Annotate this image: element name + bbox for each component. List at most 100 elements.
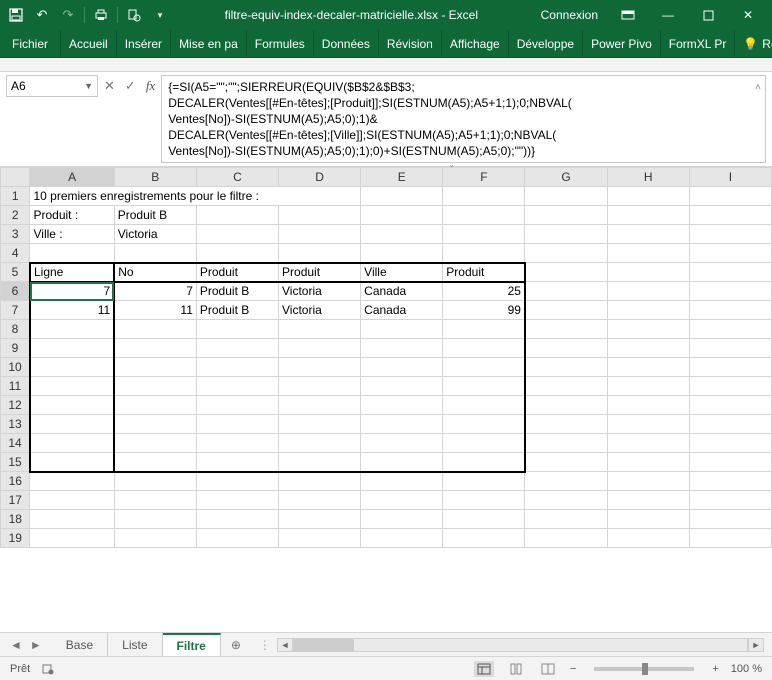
cell[interactable] <box>443 187 525 206</box>
cell[interactable]: Victoria <box>279 301 361 320</box>
cell[interactable] <box>30 491 114 510</box>
cell[interactable] <box>114 339 196 358</box>
row-header[interactable]: 19 <box>1 529 30 548</box>
cell[interactable]: 10 premiers enregistrements pour le filt… <box>30 187 361 206</box>
cell[interactable] <box>525 434 607 453</box>
cell[interactable] <box>525 358 607 377</box>
col-header[interactable]: A <box>30 168 114 187</box>
col-header[interactable]: G <box>525 168 607 187</box>
cell[interactable] <box>279 491 361 510</box>
col-header[interactable]: I <box>689 168 771 187</box>
cell[interactable] <box>279 510 361 529</box>
cell[interactable] <box>689 339 771 358</box>
cell[interactable] <box>279 339 361 358</box>
row-header[interactable]: 9 <box>1 339 30 358</box>
cell[interactable] <box>607 377 689 396</box>
row-header[interactable]: 3 <box>1 225 30 244</box>
print-icon[interactable] <box>89 3 113 27</box>
cell[interactable] <box>196 225 278 244</box>
maximize-icon[interactable] <box>688 0 728 30</box>
row-header[interactable]: 15 <box>1 453 30 472</box>
zoom-knob[interactable] <box>642 663 648 675</box>
cell[interactable]: Victoria <box>279 282 361 301</box>
cell[interactable] <box>607 358 689 377</box>
cell[interactable] <box>607 415 689 434</box>
cell[interactable] <box>443 472 525 491</box>
cell[interactable] <box>361 187 443 206</box>
zoom-level[interactable]: 100 % <box>731 663 762 675</box>
cell[interactable] <box>361 415 443 434</box>
cell[interactable] <box>361 396 443 415</box>
cell[interactable]: 7 <box>114 282 196 301</box>
cell[interactable]: Canada <box>361 301 443 320</box>
zoom-out-button[interactable]: − <box>570 663 576 675</box>
col-header[interactable]: E <box>361 168 443 187</box>
cell[interactable]: Ville <box>361 263 443 282</box>
tab-powerpivot[interactable]: Power Pivo <box>583 30 661 57</box>
cell[interactable] <box>279 434 361 453</box>
cell[interactable] <box>114 510 196 529</box>
cancel-icon[interactable]: ✕ <box>104 78 115 94</box>
cell[interactable] <box>30 415 114 434</box>
cell[interactable] <box>689 434 771 453</box>
view-normal-icon[interactable] <box>474 661 494 677</box>
row-header[interactable]: 1 <box>1 187 30 206</box>
cell[interactable] <box>196 320 278 339</box>
cell[interactable] <box>689 206 771 225</box>
cell[interactable] <box>114 491 196 510</box>
tab-developpeur[interactable]: Développe <box>509 30 583 57</box>
cell[interactable] <box>361 244 443 263</box>
cell[interactable] <box>279 225 361 244</box>
cell[interactable] <box>607 187 689 206</box>
cell[interactable] <box>361 472 443 491</box>
cell[interactable] <box>114 434 196 453</box>
cell[interactable] <box>196 206 278 225</box>
cell[interactable] <box>525 263 607 282</box>
cell[interactable] <box>607 225 689 244</box>
cell[interactable] <box>114 529 196 548</box>
cell[interactable] <box>443 434 525 453</box>
cell[interactable] <box>525 225 607 244</box>
row-header[interactable]: 6 <box>1 282 30 301</box>
cell[interactable] <box>114 320 196 339</box>
close-icon[interactable]: ✕ <box>728 0 768 30</box>
cell[interactable]: No <box>114 263 196 282</box>
cell[interactable] <box>279 206 361 225</box>
cell[interactable] <box>525 510 607 529</box>
cell[interactable]: Produit B <box>196 301 278 320</box>
cell[interactable] <box>689 396 771 415</box>
macro-record-icon[interactable] <box>42 663 54 675</box>
cell[interactable] <box>279 415 361 434</box>
cell[interactable]: Produit <box>443 263 525 282</box>
cell[interactable] <box>689 244 771 263</box>
cell[interactable] <box>525 339 607 358</box>
tab-formxl[interactable]: FormXL Pr <box>661 30 736 57</box>
col-header[interactable]: C <box>196 168 278 187</box>
cell[interactable] <box>525 377 607 396</box>
cell[interactable] <box>689 187 771 206</box>
cell[interactable] <box>279 320 361 339</box>
name-box[interactable]: A6 ▼ <box>6 75 98 97</box>
cell[interactable] <box>607 491 689 510</box>
view-page-break-icon[interactable] <box>538 661 558 677</box>
scroll-thumb[interactable] <box>294 639 354 651</box>
cell[interactable] <box>30 358 114 377</box>
cell[interactable] <box>689 529 771 548</box>
cell[interactable] <box>361 434 443 453</box>
cell[interactable] <box>196 434 278 453</box>
cell[interactable] <box>525 396 607 415</box>
grid[interactable]: A B C D E F G H I 1 10 premiers enregist… <box>0 167 772 632</box>
selected-cell[interactable]: 7 <box>30 282 114 301</box>
tab-formules[interactable]: Formules <box>247 30 314 57</box>
row-header[interactable]: 7 <box>1 301 30 320</box>
row-header[interactable]: 2 <box>1 206 30 225</box>
zoom-in-button[interactable]: + <box>712 663 718 675</box>
cell[interactable] <box>279 453 361 472</box>
cell[interactable] <box>279 529 361 548</box>
zoom-slider[interactable] <box>594 667 694 671</box>
cell[interactable] <box>525 320 607 339</box>
cell[interactable] <box>607 282 689 301</box>
cell[interactable] <box>607 510 689 529</box>
cell[interactable] <box>525 244 607 263</box>
cell[interactable] <box>689 377 771 396</box>
